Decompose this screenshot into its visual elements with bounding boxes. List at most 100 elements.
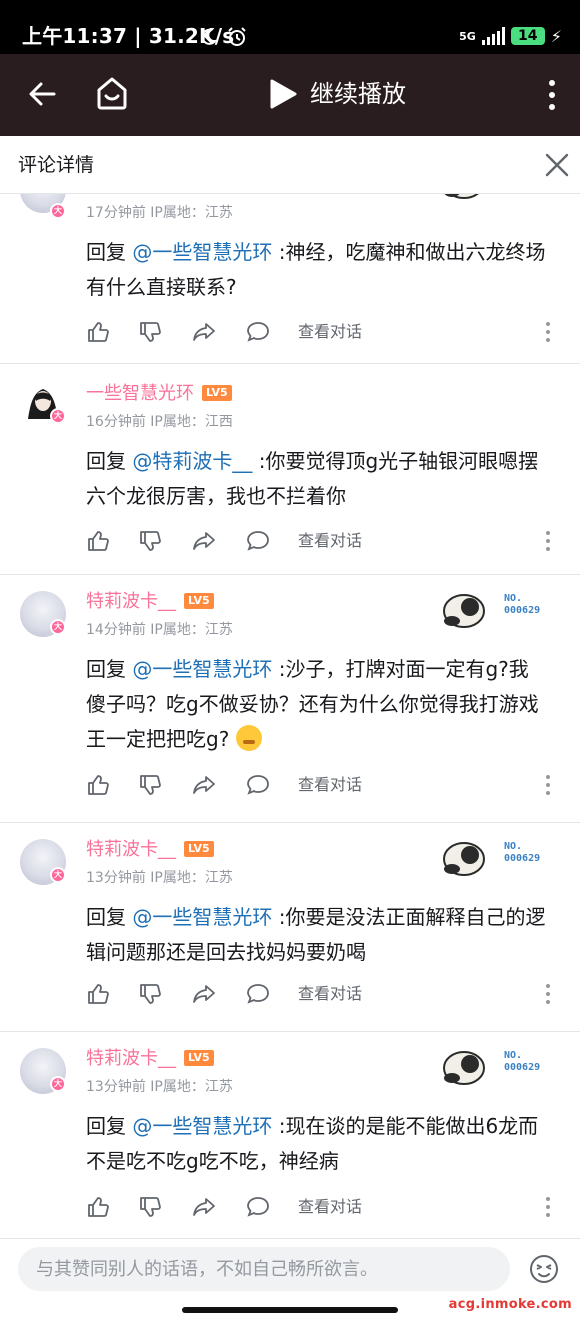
status-bar: 上午11:37 | 31.2K/s 5G 14 ⚡ (0, 0, 580, 54)
comment-meta: 13分钟前 IP属地：江苏 (86, 870, 233, 886)
comment-list[interactable]: 大 17分钟前 IP属地：江苏 000629 回复 @一些智慧光环 :神经，吃魔… (0, 194, 580, 1238)
mention-link[interactable]: @一些智慧光环 (132, 657, 272, 681)
comment-actions: 查看对话 (86, 1193, 566, 1221)
reply-button[interactable] (246, 1195, 270, 1219)
comment-bubble-icon (247, 531, 269, 551)
comment-username[interactable]: 特莉波卡__ LV5 (86, 838, 214, 862)
username-text: 特莉波卡__ (86, 839, 176, 860)
fan-card-number: NO. 000629 (504, 593, 540, 617)
thumbs-down-icon (140, 1197, 161, 1217)
dislike-button[interactable] (138, 529, 162, 553)
back-arrow-icon[interactable] (24, 76, 60, 112)
view-conversation-link[interactable]: 查看对话 (298, 529, 362, 553)
comment-username[interactable]: 一些智慧光环 LV5 (86, 382, 232, 406)
share-button[interactable] (192, 773, 216, 797)
avatar-badge: 大 (50, 867, 66, 883)
fan-card-decoration: NO. 000629 (438, 831, 550, 883)
comment-more-icon[interactable] (544, 529, 552, 553)
comment-actions: 查看对话 (86, 527, 566, 555)
mention-link[interactable]: @一些智慧光环 (132, 240, 272, 264)
comment-item: 大 特莉波卡__ LV5 14分钟前 IP属地：江苏 NO. 000629 回复 @… (0, 575, 580, 823)
share-button[interactable] (192, 1195, 216, 1219)
username-text: 一些智慧光环 (86, 383, 194, 404)
comment-more-icon[interactable] (544, 773, 552, 797)
comment-bubble-icon (247, 984, 269, 1004)
reply-prefix: 回复 (86, 905, 133, 929)
comment-actions: 查看对话 (86, 318, 566, 346)
comment-meta: 17分钟前 IP属地：江苏 (86, 205, 233, 221)
thumbs-down-icon (140, 531, 161, 551)
continue-play-button[interactable]: 继续播放 (268, 76, 406, 112)
mention-link[interactable]: @特莉波卡__ (132, 449, 252, 473)
share-icon (193, 323, 215, 341)
alarm-icon (228, 27, 246, 46)
like-button[interactable] (86, 320, 110, 344)
reply-button[interactable] (246, 529, 270, 553)
reply-button[interactable] (246, 320, 270, 344)
dislike-button[interactable] (138, 773, 162, 797)
avatar-badge: 大 (50, 1076, 66, 1092)
dislike-button[interactable] (138, 320, 162, 344)
comment-username[interactable]: 特莉波卡__ LV5 (86, 1047, 214, 1071)
view-conversation-link[interactable]: 查看对话 (298, 773, 362, 797)
comment-input[interactable] (18, 1247, 510, 1291)
fan-card-no-value: 000629 (504, 853, 541, 864)
battery-icon: 14 (510, 27, 545, 45)
view-conversation-link[interactable]: 查看对话 (298, 320, 362, 344)
comment-meta: 16分钟前 IP属地：江西 (86, 414, 233, 430)
more-vertical-icon[interactable] (540, 78, 564, 112)
like-button[interactable] (86, 773, 110, 797)
dislike-button[interactable] (138, 1195, 162, 1219)
comment-bubble-icon (247, 1197, 269, 1217)
reply-prefix: 回复 (86, 449, 133, 473)
close-icon[interactable] (544, 152, 570, 178)
emoji-face-icon[interactable] (528, 1253, 560, 1285)
view-conversation-link[interactable]: 查看对话 (298, 982, 362, 1006)
reply-prefix: 回复 (86, 657, 133, 681)
page-title: 评论详情 (18, 154, 95, 176)
top-app-bar: 继续播放 (0, 54, 580, 136)
fan-card-no-label: NO. (504, 593, 523, 604)
comment-username[interactable]: 特莉波卡__ LV5 (86, 590, 214, 614)
view-conversation-link[interactable]: 查看对话 (298, 1195, 362, 1219)
level-badge: LV5 (184, 593, 214, 609)
reply-button[interactable] (246, 982, 270, 1006)
share-icon (193, 985, 215, 1003)
comment-more-icon[interactable] (544, 982, 552, 1006)
share-icon (193, 1198, 215, 1216)
comment-body: 回复 @一些智慧光环 :你要是没法正面解释自己的逻辑问题那还是回去找妈妈要奶喝 (86, 900, 548, 970)
level-badge: LV5 (184, 1050, 214, 1066)
like-button[interactable] (86, 982, 110, 1006)
level-badge: LV5 (184, 841, 214, 857)
share-icon (193, 532, 215, 550)
mention-link[interactable]: @一些智慧光环 (132, 1114, 272, 1138)
fan-card-decoration: NO. 000629 (438, 583, 550, 635)
comment-more-icon[interactable] (544, 1195, 552, 1219)
share-button[interactable] (192, 982, 216, 1006)
share-button[interactable] (192, 320, 216, 344)
like-button[interactable] (86, 1195, 110, 1219)
cat-mascot-icon (444, 194, 479, 199)
dislike-button[interactable] (138, 982, 162, 1006)
reply-prefix: 回复 (86, 240, 133, 264)
comment-meta: 14分钟前 IP属地：江苏 (86, 622, 233, 638)
comment-bubble-icon (247, 322, 269, 342)
comment-body: 回复 @一些智慧光环 :神经，吃魔神和做出六龙终场有什么直接联系? (86, 235, 548, 305)
comment-body: 回复 @一些智慧光环 :沙子，打牌对面一定有g?我傻子吗？吃g不做妥协？还有为什… (86, 652, 548, 757)
reply-button[interactable] (246, 773, 270, 797)
mention-link[interactable]: @一些智慧光环 (132, 905, 272, 929)
thumbs-down-icon (140, 322, 161, 342)
thumbs-down-icon (140, 775, 161, 795)
comment-input-bar: acg.inmoke.com (0, 1238, 580, 1321)
share-icon (193, 776, 215, 794)
like-button[interactable] (86, 529, 110, 553)
share-button[interactable] (192, 529, 216, 553)
home-icon[interactable] (94, 74, 130, 112)
avatar-badge: 大 (50, 203, 66, 219)
comment-bubble-icon (247, 775, 269, 795)
comment-more-icon[interactable] (544, 320, 552, 344)
cat-mascot-icon (443, 1051, 485, 1085)
signal-icon (481, 27, 505, 45)
thumbs-up-icon (88, 1197, 109, 1217)
avatar-badge: 大 (50, 619, 66, 635)
